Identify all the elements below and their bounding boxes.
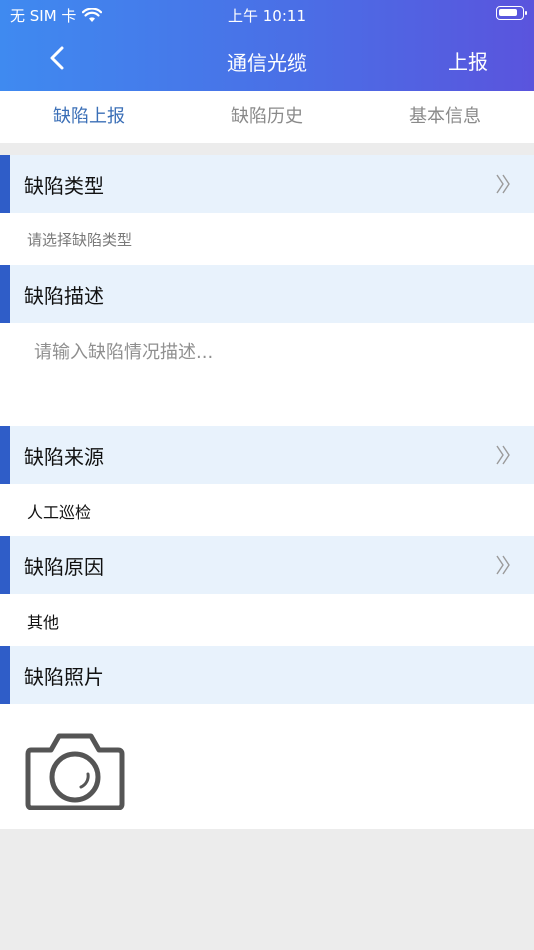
defect-description-header: 缺陷描述 — [0, 265, 534, 323]
section-accent-bar — [0, 536, 10, 594]
defect-photos-label: 缺陷照片 — [24, 665, 104, 689]
defect-type-value[interactable]: 请选择缺陷类型 — [27, 229, 132, 250]
defect-description-label: 缺陷描述 — [24, 284, 104, 308]
tab-basic-info[interactable]: 基本信息 — [356, 91, 534, 143]
defect-reason-value[interactable]: 其他 — [27, 609, 59, 633]
form-content: 缺陷类型 请选择缺陷类型 缺陷描述 请输入缺陷情况描述... 缺陷来源 人工巡检… — [0, 155, 534, 829]
defect-type-selector[interactable]: 缺陷类型 — [0, 155, 534, 213]
tab-defect-report[interactable]: 缺陷上报 — [0, 91, 178, 143]
header: 无 SIM 卡 上午 10:11 通信光缆 上报 — [0, 0, 534, 91]
battery-icon — [496, 6, 527, 20]
section-accent-bar — [0, 426, 10, 484]
section-accent-bar — [0, 265, 10, 323]
defect-source-label: 缺陷来源 — [24, 445, 104, 469]
tab-defect-history[interactable]: 缺陷历史 — [178, 91, 356, 143]
report-button[interactable]: 上报 — [448, 46, 488, 75]
section-accent-bar — [0, 646, 10, 704]
defect-source-selector[interactable]: 缺陷来源 — [0, 426, 534, 484]
defect-photos-header: 缺陷照片 — [0, 646, 534, 704]
double-chevron-right-icon — [496, 555, 510, 575]
defect-source-value[interactable]: 人工巡检 — [27, 499, 91, 523]
defect-description-input[interactable]: 请输入缺陷情况描述... — [34, 338, 514, 364]
camera-icon[interactable] — [25, 730, 125, 810]
tab-bar: 缺陷上报 缺陷历史 基本信息 — [0, 91, 534, 143]
status-time: 上午 10:11 — [228, 7, 306, 25]
section-accent-bar — [0, 155, 10, 213]
defect-type-label: 缺陷类型 — [24, 174, 104, 198]
double-chevron-right-icon — [496, 174, 510, 194]
defect-reason-selector[interactable]: 缺陷原因 — [0, 536, 534, 594]
double-chevron-right-icon — [496, 445, 510, 465]
defect-reason-label: 缺陷原因 — [24, 555, 104, 579]
status-bar: 无 SIM 卡 上午 10:11 — [0, 0, 534, 28]
nav-bar: 通信光缆 上报 — [0, 28, 534, 91]
